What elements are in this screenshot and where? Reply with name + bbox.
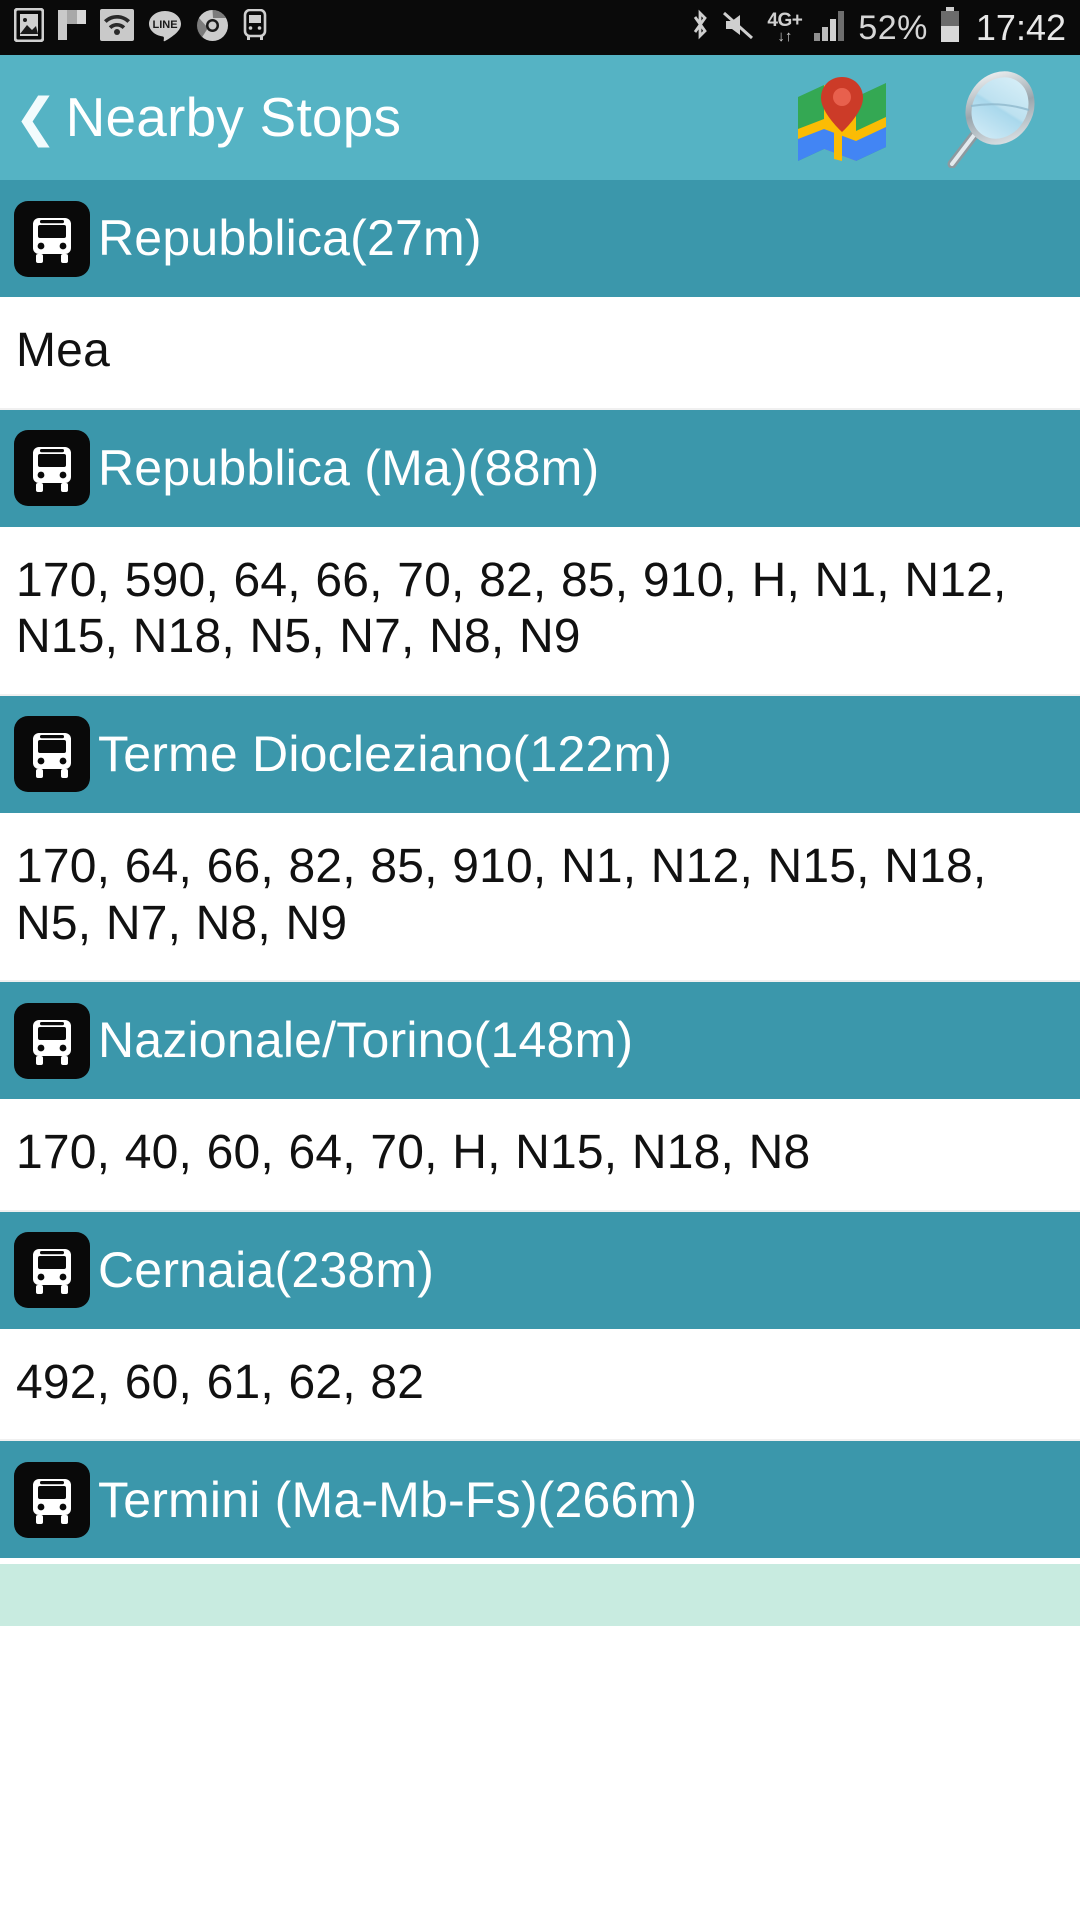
chrome-icon — [196, 9, 229, 47]
gallery-icon — [13, 7, 45, 47]
stop-header-row[interactable]: Repubblica(27m) — [0, 180, 1080, 297]
stop-routes-row[interactable]: 492, 60, 61, 62, 82 — [0, 1328, 1080, 1442]
app-header-actions — [796, 68, 1054, 168]
routes-label: 170, 40, 60, 64, 70, H, N15, N18, N8 — [16, 1126, 811, 1180]
routes-label: 492, 60, 61, 62, 82 — [16, 1355, 425, 1409]
bus-icon — [14, 1232, 90, 1309]
status-bar-right-icons: 4G+ ↓↑ 52% 17:42 — [689, 7, 1066, 48]
line-app-icon: LINE — [148, 9, 182, 47]
bottom-accent-band — [0, 1564, 1080, 1627]
data-transfer-icon: ↓↑ — [777, 28, 793, 45]
wifi-icon — [100, 9, 134, 46]
status-bar: LINE 4G+ ↓↑ 52% 17:42 — [0, 0, 1080, 55]
bus-icon — [14, 430, 90, 507]
stop-routes-row[interactable]: 170, 590, 64, 66, 70, 82, 85, 910, H, N1… — [0, 526, 1080, 696]
battery-icon — [939, 7, 961, 48]
routes-label: 170, 64, 66, 82, 85, 910, N1, N12, N15, … — [16, 839, 987, 950]
stop-routes-row[interactable]: Mea — [0, 297, 1080, 410]
map-icon[interactable] — [796, 75, 888, 161]
svg-text:LINE: LINE — [152, 19, 177, 31]
app-header-bar: ❮ Nearby Stops — [0, 55, 1080, 180]
bus-icon — [14, 716, 90, 793]
search-icon[interactable] — [944, 68, 1044, 168]
stop-header-row[interactable]: Repubblica (Ma)(88m) — [0, 409, 1080, 527]
nearby-stops-list[interactable]: Repubblica(27m) Mea Repubblica (Ma)(88m)… — [0, 180, 1080, 1627]
stop-header-row[interactable]: Cernaia(238m) — [0, 1211, 1080, 1329]
stop-header-row[interactable]: Nazionale/Torino(148m) — [0, 982, 1080, 1100]
stop-name-label: Cernaia(238m) — [98, 1242, 435, 1298]
stop-name-label: Termini (Ma-Mb-Fs)(266m) — [98, 1471, 698, 1528]
clock-label: 17:42 — [975, 6, 1066, 48]
status-bar-left-icons: LINE — [13, 7, 267, 47]
stop-routes-row[interactable]: 170, 64, 66, 82, 85, 910, N1, N12, N15, … — [0, 812, 1080, 983]
stop-name-label: Terme Diocleziano(122m) — [98, 726, 673, 783]
stop-header-row[interactable]: Terme Diocleziano(122m) — [0, 695, 1080, 813]
signal-bars-icon — [813, 9, 847, 46]
stop-name-label: Repubblica (Ma)(88m) — [98, 439, 600, 496]
stop-routes-row[interactable]: 170, 40, 60, 64, 70, H, N15, N18, N8 — [0, 1099, 1080, 1212]
routes-label: 170, 590, 64, 66, 70, 82, 85, 910, H, N1… — [16, 553, 1007, 664]
stop-name-label: Nazionale/Torino(148m) — [98, 1012, 634, 1069]
stop-header-row[interactable]: Termini (Ma-Mb-Fs)(266m) — [0, 1441, 1080, 1559]
mobile-network-indicator: 4G+ ↓↑ — [767, 11, 802, 44]
bus-icon — [14, 200, 90, 277]
back-chevron-icon[interactable]: ❮ — [14, 92, 58, 144]
bus-icon — [14, 1002, 90, 1079]
battery-percent-label: 52% — [858, 8, 928, 47]
bus-icon — [14, 1461, 90, 1538]
bus-app-icon — [243, 8, 267, 46]
flipboard-icon — [58, 10, 86, 45]
routes-label: Mea — [16, 324, 110, 377]
bluetooth-icon — [689, 7, 711, 48]
stop-name-label: Repubblica(27m) — [98, 210, 482, 267]
page-title: Nearby Stops — [65, 86, 402, 148]
mute-icon — [722, 10, 756, 45]
